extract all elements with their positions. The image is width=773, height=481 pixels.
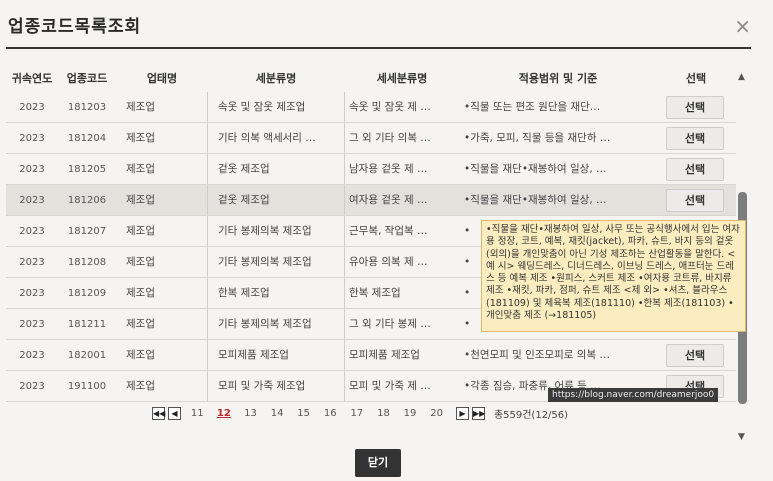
cell-code: 181207 [67,225,107,237]
table-row[interactable]: 2023 181204 제조업 기타 의복 액세서리 … 그 외 기타 의복 …… [6,123,736,154]
cell-biz: 제조업 [116,278,208,308]
cell-sub: 한복 제조업 [218,287,270,299]
cell-biz: 제조업 [116,247,208,277]
select-button[interactable]: 선택 [666,126,724,150]
title-divider [6,47,751,49]
cell-code: 182001 [67,349,107,361]
close-button[interactable]: 닫기 [355,449,401,477]
cell-code: 181206 [67,194,107,206]
cell-year: 2023 [19,287,45,299]
cell-biz: 제조업 [116,154,208,184]
cell-scope: •천연모피 및 인조모피로 의복 … [464,349,610,361]
cell-code: 181209 [67,287,107,299]
cell-sub: 기타 의복 액세서리 … [218,132,316,144]
total-count: 총559건(12/56) [493,409,569,421]
page-link[interactable]: 17 [344,408,371,419]
cell-biz: 제조업 [116,216,208,246]
table-row-hovered[interactable]: 2023 181206 제조업 겉옷 제조업 여자용 겉옷 제 … •직물을 재… [6,185,736,216]
cell-biz: 제조업 [116,309,208,339]
page-link[interactable]: 19 [397,408,424,419]
select-button[interactable]: 선택 [666,95,724,119]
close-icon[interactable]: × [734,14,751,38]
cell-sub: 모피 및 가죽 제조업 [218,380,306,392]
scope-tooltip: •직물을 재단•재봉하여 일상, 사무 또는 공식행사에서 입는 여자용 정장,… [481,220,746,332]
cell-year: 2023 [19,132,45,144]
page-link[interactable]: 18 [370,408,397,419]
cell-year: 2023 [19,101,45,113]
page-link-current[interactable]: 12 [211,408,238,419]
header-code: 업종코드 [66,72,108,85]
select-button[interactable]: 선택 [666,343,724,367]
cell-year: 2023 [19,380,45,392]
cell-scope: •직물을 재단•재봉하여 일상, … [464,194,607,206]
cell-year: 2023 [19,194,45,206]
cell-biz: 제조업 [116,371,208,401]
header-select: 선택 [685,72,707,85]
cell-subsub: 그 외 기타 의복 … [344,123,460,153]
cell-sub: 기타 봉제의복 제조업 [218,225,312,237]
cell-biz: 제조업 [116,185,208,215]
header-year: 귀속연도 [11,72,53,85]
cell-sub: 기타 봉제의복 제조업 [218,318,312,330]
header-subsub: 세세분류명 [376,72,428,85]
table-header: 귀속연도 업종코드 업태명 세분류명 세세분류명 적용범위 및 기준 선택 [6,64,736,92]
cell-scope: •가죽, 모피, 직물 등을 재단하 … [464,132,611,144]
cell-subsub: 유아용 의복 제 … [344,247,460,277]
cell-subsub: 여자용 겉옷 제 … [344,185,460,215]
next-page-icon[interactable]: ▶ [455,406,469,420]
header-biz: 업태명 [146,72,178,85]
page-link[interactable]: 11 [184,408,211,419]
cell-sub: 모피제품 제조업 [218,349,289,361]
cell-code: 191100 [67,380,107,392]
cell-subsub: 근무복, 작업복 … [344,216,460,246]
cell-year: 2023 [19,349,45,361]
page-link[interactable]: 20 [423,408,450,419]
cell-subsub: 모피제품 제조업 [344,340,460,370]
table-row[interactable]: 2023 182001 제조업 모피제품 제조업 모피제품 제조업 •천연모피 … [6,340,736,371]
pagination: ◀◀ ◀ 11 12 13 14 15 16 17 18 19 20 ▶ ▶▶ … [152,404,568,422]
cell-year: 2023 [19,318,45,330]
cell-year: 2023 [19,225,45,237]
cell-subsub: 그 외 기타 봉제 … [344,309,460,339]
cell-subsub: 남자용 겉옷 제 … [344,154,460,184]
cell-code: 181203 [67,101,107,113]
prev-page-icon[interactable]: ◀ [168,406,181,420]
cell-code: 181205 [67,163,107,175]
last-page-icon[interactable]: ▶▶ [471,406,485,420]
scroll-up-icon[interactable]: ▲ [738,72,745,82]
cell-code: 181204 [67,132,107,144]
page-link[interactable]: 16 [317,408,344,419]
industry-code-dialog: 업종코드목록조회 × 귀속연도 업종코드 업태명 세분류명 세세분류명 적용범위… [0,0,773,481]
cell-subsub: 한복 제조업 [344,278,460,308]
select-button[interactable]: 선택 [666,188,724,212]
cell-sub: 겉옷 제조업 [218,163,270,175]
cell-sub: 속옷 및 잠옷 제조업 [218,101,306,113]
cell-subsub: 속옷 및 잠옷 제 … [344,92,460,122]
cell-year: 2023 [19,163,45,175]
cell-biz: 제조업 [116,92,208,122]
cell-code: 181211 [67,318,107,330]
dialog-title: 업종코드목록조회 [8,17,142,37]
cell-scope: •직물을 재단•재봉하여 일상, … [464,163,607,175]
scroll-down-icon[interactable]: ▼ [738,432,745,442]
select-button[interactable]: 선택 [666,157,724,181]
first-page-icon[interactable]: ◀◀ [152,406,165,420]
header-scope: 적용범위 및 기준 [518,72,598,85]
page-link[interactable]: 14 [264,408,291,419]
cell-year: 2023 [19,256,45,268]
cell-biz: 제조업 [116,340,208,370]
header-sub: 세분류명 [255,72,297,85]
page-link[interactable]: 15 [290,408,317,419]
cell-scope: •직물 또는 편조 원단을 재단… [464,101,601,113]
cell-sub: 기타 봉제의복 제조업 [218,256,312,268]
cell-subsub: 모피 및 가죽 제 … [344,371,460,401]
blog-watermark: https://blog.naver.com/dreamerjoo0 [548,388,719,402]
cell-sub: 겉옷 제조업 [218,194,270,206]
page-link[interactable]: 13 [237,408,264,419]
cell-code: 181208 [67,256,107,268]
cell-biz: 제조업 [116,123,208,153]
table-row[interactable]: 2023 181205 제조업 겉옷 제조업 남자용 겉옷 제 … •직물을 재… [6,154,736,185]
table-row[interactable]: 2023 181203 제조업 속옷 및 잠옷 제조업 속옷 및 잠옷 제 … … [6,92,736,123]
